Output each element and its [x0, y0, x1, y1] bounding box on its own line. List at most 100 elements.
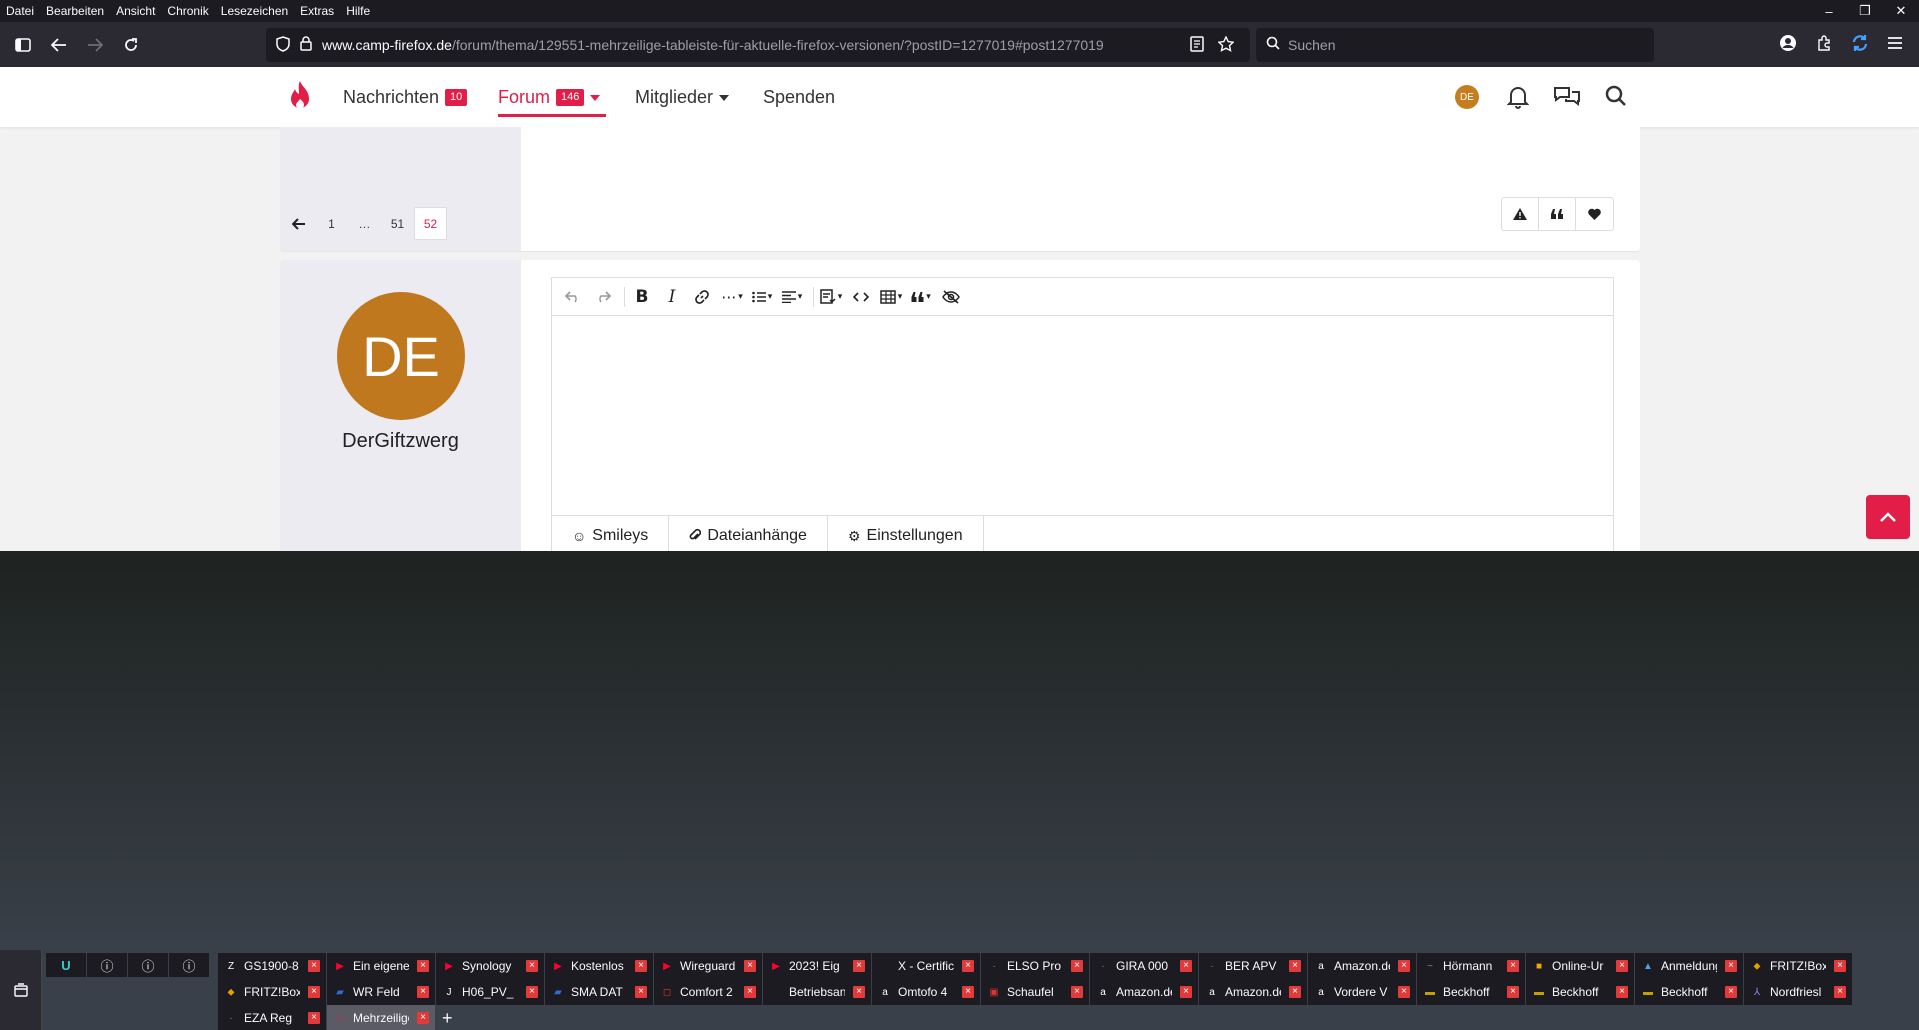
more-formatting-icon[interactable]: ⋯ ▾ [719, 283, 745, 311]
menu-hilfe[interactable]: Hilfe [346, 4, 370, 18]
tab-close-icon[interactable]: × [526, 960, 538, 972]
browser-tab[interactable]: ~ Hörmann × [1417, 953, 1525, 979]
tab-close-icon[interactable]: × [417, 960, 429, 972]
browser-tab[interactable]: Betriebsanleitung × [763, 979, 871, 1005]
tab-close-icon[interactable]: × [1616, 986, 1628, 998]
align-icon[interactable]: ▾ [779, 283, 805, 311]
bold-icon[interactable]: B [629, 283, 655, 311]
browser-tab[interactable]: a Vordere V × [1308, 979, 1416, 1005]
browser-tab[interactable]: ▶ Synology × [436, 953, 544, 979]
menu-datei[interactable]: Datei [6, 4, 34, 18]
menu-extras[interactable]: Extras [300, 4, 334, 18]
tab-close-icon[interactable]: × [308, 986, 320, 998]
browser-tab[interactable]: J H06_PV_ × [436, 979, 544, 1005]
redo-icon[interactable] [590, 283, 616, 311]
tab-close-icon[interactable]: × [1834, 960, 1846, 972]
pagination-page-51[interactable]: 51 [381, 207, 414, 240]
browser-tab[interactable]: ⅄ Nordfriesl × [1744, 979, 1852, 1005]
account-icon[interactable] [1775, 30, 1801, 56]
code-icon[interactable] [848, 283, 874, 311]
tab-close-icon[interactable]: × [1180, 986, 1192, 998]
pagination-ellipsis[interactable]: … [348, 207, 381, 240]
firefox-view-icon[interactable] [0, 950, 42, 1030]
browser-tab[interactable]: a Amazon.de × [1090, 979, 1198, 1005]
bell-icon[interactable] [1506, 85, 1530, 114]
spoiler-hidden-icon[interactable] [938, 283, 964, 311]
browser-tab[interactable]: ▣ Schaufel × [981, 979, 1089, 1005]
browser-tab[interactable]: ◻ Comfort 2 × [654, 979, 762, 1005]
author-avatar[interactable]: DE [337, 292, 465, 420]
browser-tab[interactable]: ▶ Kostenlos × [545, 953, 653, 979]
tab-close-icon[interactable]: × [962, 960, 974, 972]
tab-close-icon[interactable]: × [1507, 986, 1519, 998]
tab-close-icon[interactable]: × [853, 986, 865, 998]
table-icon[interactable]: ▾ [878, 283, 904, 311]
tab-close-icon[interactable]: × [308, 1012, 320, 1024]
bookmark-star-icon[interactable] [1217, 35, 1235, 55]
tab-close-icon[interactable]: × [744, 960, 756, 972]
reader-view-icon[interactable] [1190, 36, 1204, 55]
tab-smileys[interactable]: ☺ Smileys [552, 516, 670, 551]
extensions-icon[interactable] [1811, 30, 1837, 56]
tab-close-icon[interactable]: × [526, 986, 538, 998]
browser-tab[interactable]: · EZA Reg × [218, 1005, 326, 1030]
close-window-button[interactable]: ✕ [1883, 0, 1919, 22]
browser-tab[interactable]: ▶ 2023! Eig × [763, 953, 871, 979]
insert-media-icon[interactable]: ▾ [818, 283, 844, 311]
sync-icon[interactable] [1847, 30, 1873, 56]
pinned-tab-info-icon[interactable]: ⓘ [128, 953, 168, 977]
tab-close-icon[interactable]: × [1834, 986, 1846, 998]
nav-spenden[interactable]: Spenden [763, 87, 835, 108]
tab-close-icon[interactable]: × [417, 986, 429, 998]
nav-nachrichten[interactable]: Nachrichten 10 [343, 87, 468, 108]
browser-tab[interactable]: ▶ Ein eigener × [327, 953, 435, 979]
quote-icon[interactable] [1539, 198, 1576, 230]
browser-tab[interactable]: ▬ Beckhoff × [1417, 979, 1525, 1005]
link-icon[interactable] [689, 283, 715, 311]
new-tab-icon[interactable]: + [442, 1005, 453, 1030]
url-bar[interactable]: www.camp-firefox.de/forum/thema/129551-m… [266, 28, 1250, 62]
browser-tab[interactable]: ⬥ FRITZ!Box × [1744, 953, 1852, 979]
author-username[interactable]: DerGiftzwerg [280, 430, 521, 453]
forward-button[interactable] [78, 28, 112, 62]
browser-tab[interactable]: ▬ Beckhoff × [1635, 979, 1743, 1005]
app-menu-icon[interactable] [1882, 30, 1908, 56]
tab-close-icon[interactable]: × [962, 986, 974, 998]
browser-tab[interactable]: a Amazon.de × [1199, 979, 1307, 1005]
list-icon[interactable]: ▾ [749, 283, 775, 311]
report-warning-icon[interactable] [1502, 198, 1539, 230]
browser-tab[interactable]: a Amazon.de × [1308, 953, 1416, 979]
tab-close-icon[interactable]: × [744, 986, 756, 998]
pagination-page-1[interactable]: 1 [315, 207, 348, 240]
tab-close-icon[interactable]: × [1725, 960, 1737, 972]
tab-close-icon[interactable]: × [635, 960, 647, 972]
like-heart-icon[interactable] [1576, 198, 1613, 230]
back-button[interactable] [42, 28, 76, 62]
menu-lesezeichen[interactable]: Lesezeichen [221, 4, 288, 18]
tab-close-icon[interactable]: × [1289, 986, 1301, 998]
tab-close-icon[interactable]: × [1398, 986, 1410, 998]
tab-settings[interactable]: ⚙ Einstellungen [828, 516, 984, 551]
browser-tab[interactable]: · GIRA 000 × [1090, 953, 1198, 979]
user-avatar[interactable]: DE [1455, 85, 1479, 109]
site-search-icon[interactable] [1605, 85, 1627, 112]
tab-close-icon[interactable]: × [1507, 960, 1519, 972]
conversations-icon[interactable] [1553, 85, 1581, 114]
italic-icon[interactable]: I [659, 283, 685, 311]
tab-close-icon[interactable]: × [1071, 960, 1083, 972]
tab-close-icon[interactable]: × [635, 986, 647, 998]
tab-close-icon[interactable]: × [1180, 960, 1192, 972]
tab-close-icon[interactable]: × [1616, 960, 1628, 972]
sidebar-toggle-icon[interactable] [6, 28, 40, 62]
tab-close-icon[interactable]: × [1289, 960, 1301, 972]
browser-tab[interactable]: a Omtofo 4 × [872, 979, 980, 1005]
browser-tab[interactable]: ♨ Mehrzeilige × [327, 1005, 435, 1030]
tab-close-icon[interactable]: × [308, 960, 320, 972]
browser-tab[interactable]: X - Certificate × [872, 953, 980, 979]
browser-tab[interactable]: ▰ SMA DAT × [545, 979, 653, 1005]
browser-tab[interactable]: ▰ WR Feld × [327, 979, 435, 1005]
browser-tab[interactable]: ⬥ FRITZ!Box × [218, 979, 326, 1005]
browser-tab[interactable]: Z GS1900-8 × [218, 953, 326, 979]
pinned-tab-info-icon[interactable]: ⓘ [87, 953, 127, 977]
editor-text-area[interactable] [552, 316, 1613, 515]
